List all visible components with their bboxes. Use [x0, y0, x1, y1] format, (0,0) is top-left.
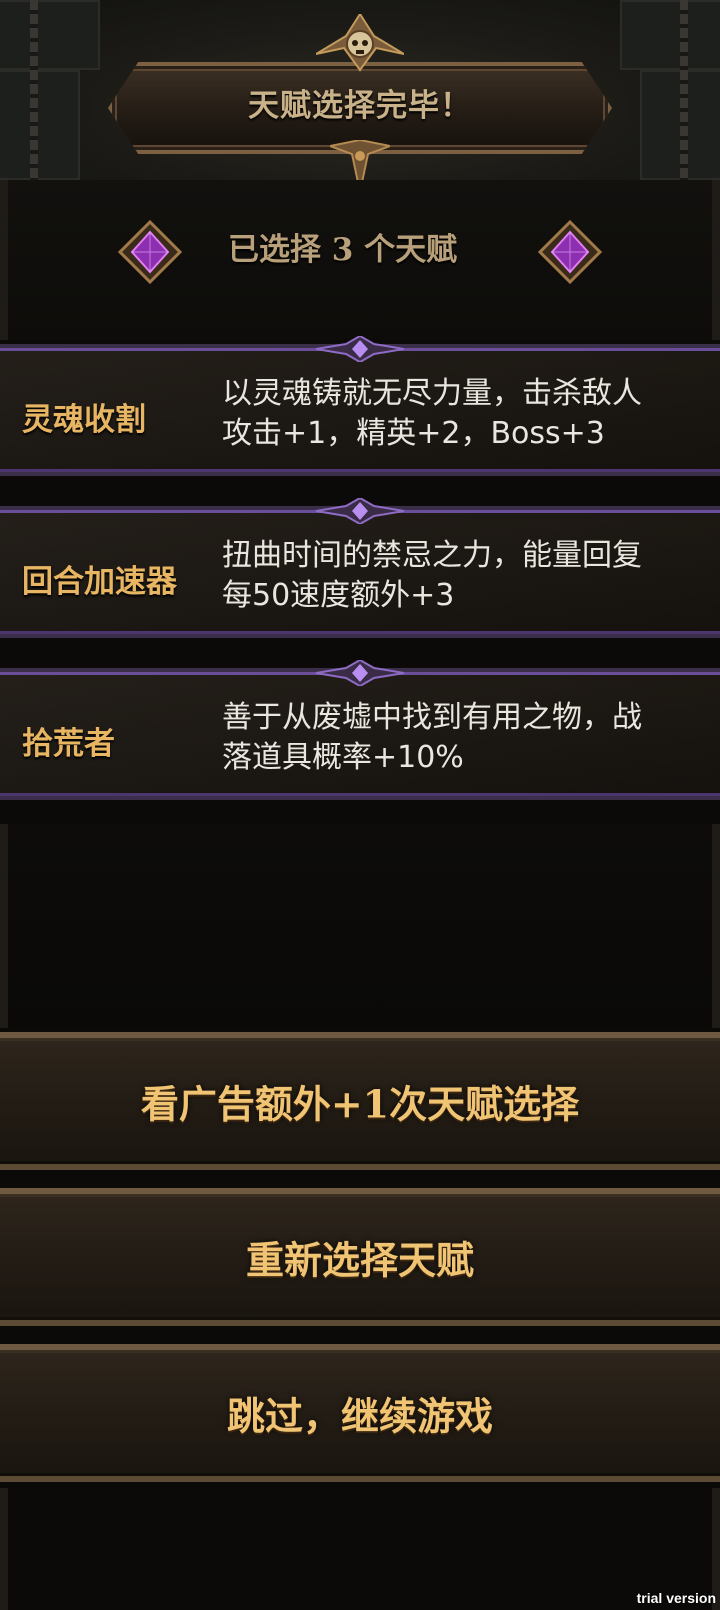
card-gem-icon: [316, 660, 404, 686]
page-title: 天赋选择完毕！: [248, 88, 472, 124]
skip-button-label: 跳过，继续游戏: [226, 1393, 493, 1439]
watch-ad-button-label: 看广告额外+1次天赋选择: [140, 1081, 580, 1127]
footer-panel: [0, 1488, 720, 1610]
talent-description-line: 扭曲时间的禁忌之力，能量回复: [222, 538, 642, 573]
watermark-text: trial version: [636, 1590, 716, 1606]
selected-count-text: 已选择 3 个天赋: [228, 232, 458, 268]
card-gem-icon: [316, 336, 404, 362]
talent-card: 灵魂收割 以灵魂铸就无尽力量，击杀敌人 攻击+1，精英+2，Boss+3: [0, 336, 720, 476]
talent-name: 灵魂收割: [22, 402, 146, 438]
talent-name: 回合加速器: [22, 564, 177, 600]
header-banner: 天赋选择完毕！: [0, 0, 720, 180]
talent-card: 回合加速器 扭曲时间的禁忌之力，能量回复 每50速度额外+3: [0, 498, 720, 638]
reselect-button-label: 重新选择天赋: [245, 1237, 474, 1283]
chain-icon: [680, 0, 688, 180]
empty-panel: [0, 824, 720, 1028]
talent-description-line: 攻击+1，精英+2，Boss+3: [222, 416, 605, 451]
stone-wall: [0, 0, 100, 70]
watch-ad-extra-talent-button[interactable]: 看广告额外+1次天赋选择: [0, 1032, 720, 1170]
chain-icon: [30, 0, 38, 180]
talent-description-line: 善于从废墟中找到有用之物，战: [222, 700, 642, 735]
talent-card: 拾荒者 善于从废墟中找到有用之物，战 落道具概率+10%: [0, 660, 720, 800]
card-gem-icon: [316, 498, 404, 524]
talent-count-panel: 已选择 3 个天赋: [0, 180, 720, 340]
talent-description-line: 每50速度额外+3: [222, 578, 455, 613]
stone-wall: [620, 0, 720, 70]
talent-description-line: 落道具概率+10%: [222, 740, 464, 775]
reselect-talents-button[interactable]: 重新选择天赋: [0, 1188, 720, 1326]
skip-continue-button[interactable]: 跳过，继续游戏: [0, 1344, 720, 1482]
talent-description: 善于从废墟中找到有用之物，战 落道具概率+10%: [222, 698, 720, 778]
talent-description: 以灵魂铸就无尽力量，击杀敌人 攻击+1，精英+2，Boss+3: [222, 374, 720, 454]
talent-description: 扭曲时间的禁忌之力，能量回复 每50速度额外+3: [222, 536, 720, 616]
purple-gem-icon: [118, 220, 182, 284]
talent-name: 拾荒者: [22, 726, 115, 762]
ornament-spike-icon: [330, 140, 390, 180]
purple-gem-icon: [538, 220, 602, 284]
talent-description-line: 以灵魂铸就无尽力量，击杀敌人: [222, 376, 642, 411]
stone-wall: [0, 70, 80, 180]
skull-crest-icon: [316, 14, 404, 72]
